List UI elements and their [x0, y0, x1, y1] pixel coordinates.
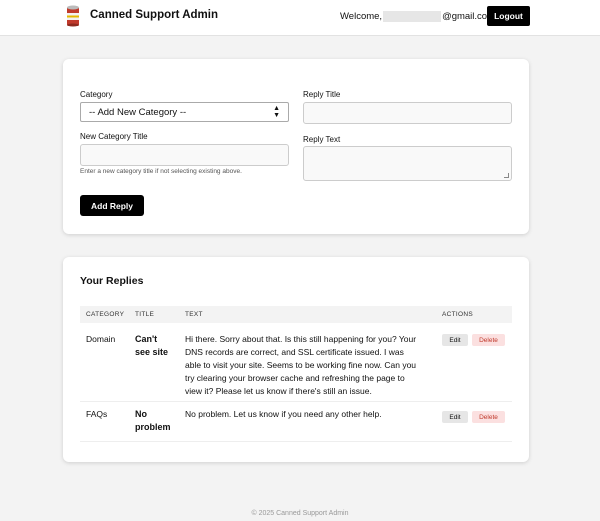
row-text-line: DNS records are correct, and SSL certifi… [185, 347, 404, 357]
reply-text-textarea[interactable] [303, 146, 512, 181]
row-text-line: Hi there. Sorry about that. Is this stil… [185, 334, 417, 344]
row-title: No problem [135, 408, 171, 434]
table-row: FAQs No problem No problem. Let us know … [80, 402, 512, 442]
category-select[interactable]: -- Add New Category -- ▲ ▼ [80, 102, 289, 122]
table-header: CATEGORY TITLE TEXT ACTIONS [80, 306, 512, 323]
footer-copyright: © 2025 Canned Support Admin [251, 510, 349, 517]
welcome-message: Welcome, @gmail.com [340, 11, 495, 22]
category-label: Category [80, 90, 113, 99]
row-text: Hi there. Sorry about that. Is this stil… [185, 333, 435, 398]
logout-button[interactable]: Logout [487, 6, 530, 26]
row-title-line: problem [135, 422, 171, 432]
column-header-actions: ACTIONS [442, 311, 473, 318]
column-header-category: CATEGORY [86, 311, 125, 318]
replies-card: Your Replies CATEGORY TITLE TEXT ACTIONS… [63, 257, 529, 462]
reply-title-input[interactable] [303, 102, 512, 124]
delete-button[interactable]: Delete [472, 334, 505, 346]
new-category-label: New Category Title [80, 132, 148, 141]
row-title: Can't see site [135, 333, 168, 359]
app-title: Canned Support Admin [90, 9, 218, 21]
row-category: FAQs [86, 409, 108, 419]
redacted-email [383, 11, 442, 22]
reply-title-label: Reply Title [303, 90, 341, 99]
column-header-text: TEXT [185, 311, 203, 318]
row-title-line: No [135, 409, 147, 419]
add-reply-button[interactable]: Add Reply [80, 195, 144, 216]
row-text-line: try clearing your browser cache and refr… [185, 373, 405, 383]
delete-button[interactable]: Delete [472, 411, 505, 423]
row-category: Domain [86, 334, 116, 344]
edit-button[interactable]: Edit [442, 411, 468, 423]
welcome-prefix: Welcome, [340, 11, 383, 22]
reply-text-label: Reply Text [303, 135, 341, 144]
new-category-input[interactable] [80, 144, 289, 166]
row-text: No problem. Let us know if you need any … [185, 408, 435, 421]
row-title-line: see site [135, 347, 169, 357]
row-title-line: Can't [135, 334, 158, 344]
top-header: Canned Support Admin Welcome, @gmail.com… [0, 0, 600, 36]
soup-can-icon [67, 5, 79, 27]
row-text-line: view it? Please let us know if there's s… [185, 386, 372, 396]
column-header-title: TITLE [135, 311, 155, 318]
row-text-line: able to visit your site. Seems to be wor… [185, 360, 417, 370]
chevron-down-icon: ▲ ▼ [273, 105, 280, 119]
new-category-hint: Enter a new category title if not select… [80, 168, 242, 175]
edit-button[interactable]: Edit [442, 334, 468, 346]
category-selected-value: -- Add New Category -- [89, 106, 187, 118]
replies-section-title: Your Replies [80, 275, 144, 287]
resize-handle-icon[interactable] [504, 173, 509, 178]
table-row: Domain Can't see site Hi there. Sorry ab… [80, 323, 512, 402]
row-text-line: No problem. Let us know if you need any … [185, 409, 382, 419]
add-reply-card: Category -- Add New Category -- ▲ ▼ New C… [63, 59, 529, 234]
